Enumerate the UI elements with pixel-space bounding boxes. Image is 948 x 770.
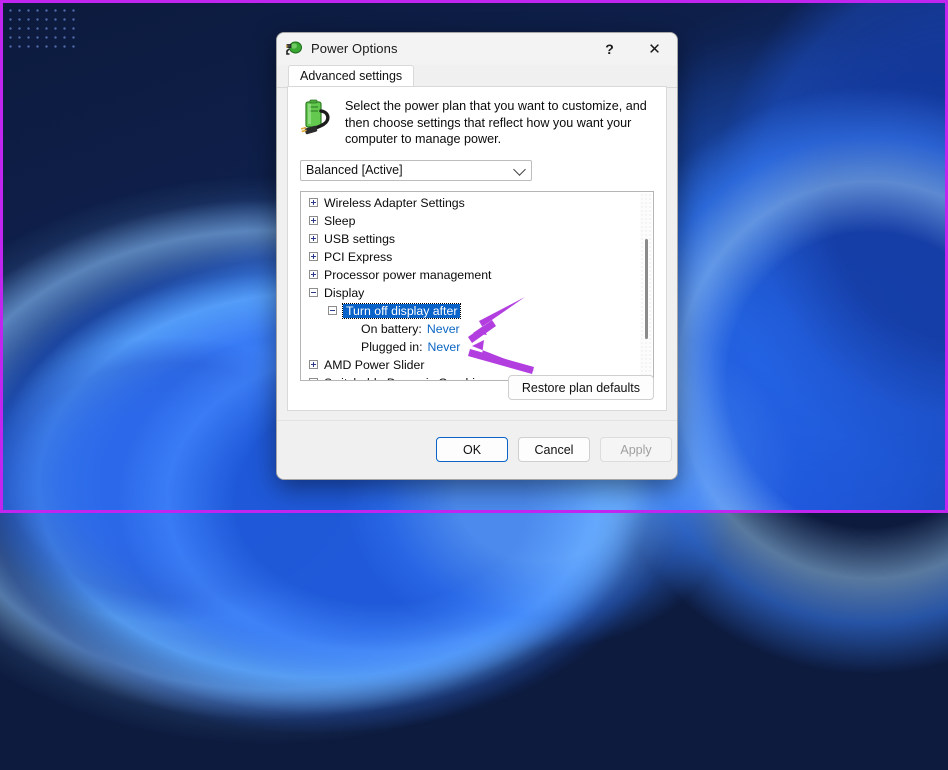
help-button[interactable]: ? bbox=[587, 33, 632, 64]
tree-node-label: AMD Power Slider bbox=[324, 357, 425, 372]
dialog-title: Power Options bbox=[311, 41, 398, 56]
tree-node-turn-off-display-after[interactable]: Turn off display after bbox=[301, 302, 639, 320]
tree-node-wireless-adapter-settings[interactable]: Wireless Adapter Settings bbox=[301, 194, 639, 212]
cancel-button[interactable]: Cancel bbox=[518, 437, 590, 462]
battery-plug-icon bbox=[300, 99, 336, 139]
tree-node-label: Switchable Dynamic Graphics bbox=[324, 376, 487, 380]
tab-strip: Advanced settings bbox=[277, 65, 677, 88]
expand-plus-icon[interactable] bbox=[309, 234, 318, 243]
expand-plus-icon[interactable] bbox=[309, 378, 318, 380]
tree-node-label: Processor power management bbox=[324, 267, 492, 282]
apply-button[interactable]: Apply bbox=[600, 437, 672, 462]
tree-node-sleep[interactable]: Sleep bbox=[301, 212, 639, 230]
plugged-in-value[interactable]: Never bbox=[428, 340, 461, 354]
tree-node-label: On battery: bbox=[361, 321, 422, 336]
tree-node-processor-power-management[interactable]: Processor power management bbox=[301, 266, 639, 284]
tree-node-pci-express[interactable]: PCI Express bbox=[301, 248, 639, 266]
expand-plus-icon[interactable] bbox=[309, 360, 318, 369]
expand-plus-icon[interactable] bbox=[309, 252, 318, 261]
tree-node-amd-power-slider[interactable]: AMD Power Slider bbox=[301, 356, 639, 374]
ok-button[interactable]: OK bbox=[436, 437, 508, 462]
tab-panel-advanced-settings: Select the power plan that you want to c… bbox=[287, 86, 667, 411]
tab-advanced-settings[interactable]: Advanced settings bbox=[288, 65, 415, 87]
tree-node-display[interactable]: Display bbox=[301, 284, 639, 302]
expand-plus-icon[interactable] bbox=[309, 216, 318, 225]
expand-plus-icon[interactable] bbox=[309, 270, 318, 279]
tree-scrollbar-thumb[interactable] bbox=[645, 238, 648, 339]
chevron-down-icon bbox=[513, 163, 526, 176]
restore-plan-defaults-button[interactable]: Restore plan defaults bbox=[507, 375, 654, 400]
tree-node-label: Wireless Adapter Settings bbox=[324, 195, 465, 210]
close-button[interactable]: ✕ bbox=[632, 33, 677, 64]
expand-plus-icon[interactable] bbox=[309, 198, 318, 207]
tree-node-list: Wireless Adapter Settings Sleep USB sett… bbox=[301, 194, 639, 380]
tree-node-label: Display bbox=[324, 285, 365, 300]
tree-node-plugged-in[interactable]: Plugged in: Never bbox=[301, 338, 639, 356]
tree-scrollbar-track[interactable] bbox=[640, 192, 652, 379]
tree-node-on-battery[interactable]: On battery: Never bbox=[301, 320, 639, 338]
tree-node-label-selected: Turn off display after bbox=[341, 302, 462, 319]
on-battery-value[interactable]: Never bbox=[427, 322, 460, 336]
dialog-button-bar: OK Cancel Apply bbox=[277, 420, 677, 479]
tree-node-label: Sleep bbox=[324, 213, 356, 228]
power-plan-select[interactable]: Balanced [Active] bbox=[300, 159, 532, 181]
tree-node-label: Plugged in: bbox=[361, 339, 423, 354]
description-text: Select the power plan that you want to c… bbox=[345, 99, 647, 146]
tree-node-label: PCI Express bbox=[324, 249, 393, 264]
collapse-minus-icon[interactable] bbox=[328, 306, 337, 315]
power-plan-select-value: Balanced [Active] bbox=[306, 163, 403, 177]
advanced-settings-tree[interactable]: Wireless Adapter Settings Sleep USB sett… bbox=[300, 190, 654, 381]
tree-node-label: USB settings bbox=[324, 231, 396, 246]
dialog-titlebar: Power Options ? ✕ bbox=[277, 33, 677, 65]
collapse-minus-icon[interactable] bbox=[309, 288, 318, 297]
power-plan-icon bbox=[286, 40, 303, 57]
tree-node-usb-settings[interactable]: USB settings bbox=[301, 230, 639, 248]
wallpaper-dot-pattern bbox=[6, 6, 76, 54]
description-block: Select the power plan that you want to c… bbox=[288, 87, 666, 148]
power-options-dialog: Power Options ? ✕ Advanced settings Sele… bbox=[276, 32, 678, 480]
